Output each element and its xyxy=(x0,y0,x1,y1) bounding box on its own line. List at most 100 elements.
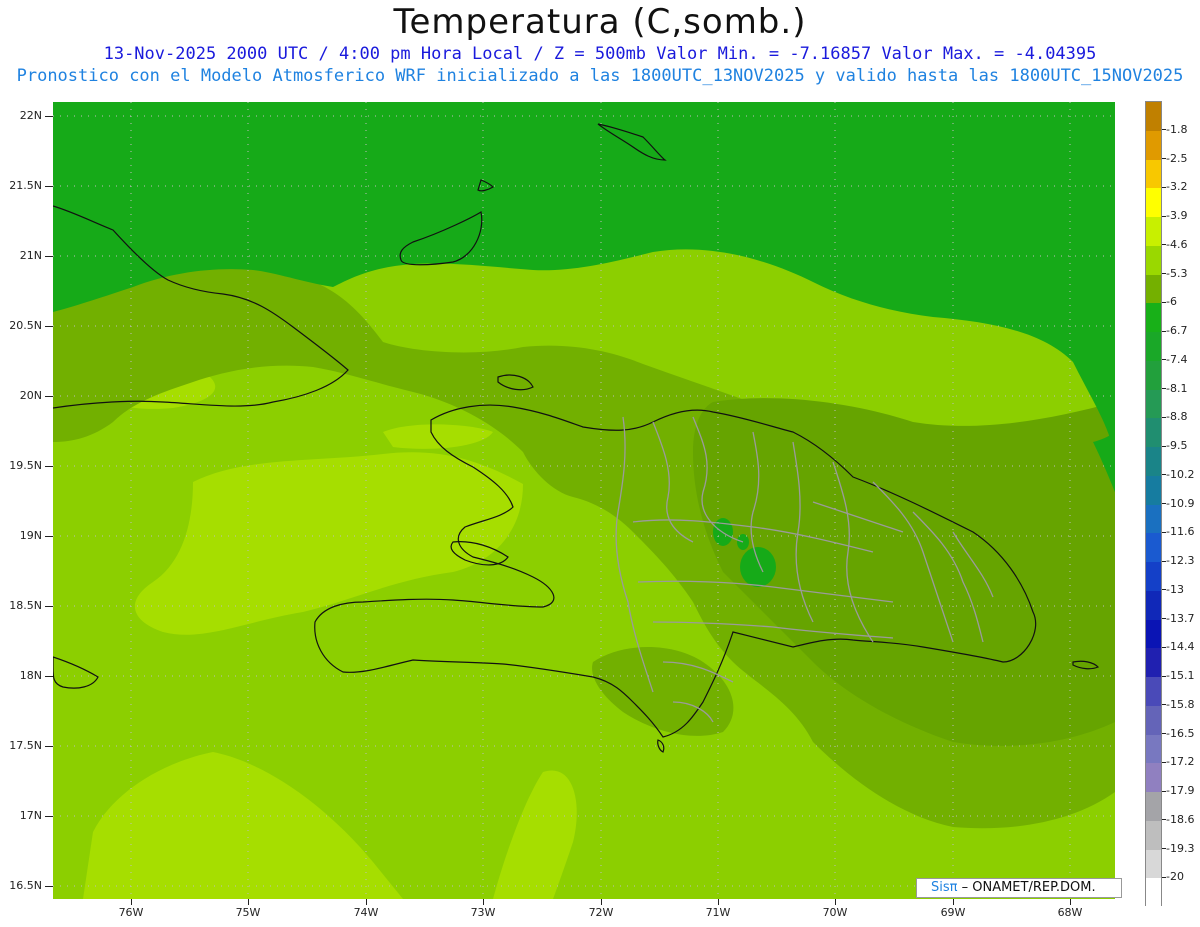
forecast-time-line: 13-Nov-2025 2000 UTC / 4:00 pm Hora Loca… xyxy=(103,44,1097,64)
legend-swatch xyxy=(1146,849,1161,879)
x-label: 72W xyxy=(588,906,614,919)
legend-label: -9.5 xyxy=(1166,439,1188,452)
legend-label: -20 xyxy=(1166,870,1184,884)
legend-swatch xyxy=(1146,389,1161,419)
legend-label: -17.2 xyxy=(1166,755,1195,769)
legend-label: -15.8 xyxy=(1166,697,1195,711)
legend-label: -14.4 xyxy=(1166,640,1195,654)
legend-swatch xyxy=(1146,475,1161,505)
legend-label: -13 xyxy=(1166,582,1184,596)
y-label: 19N xyxy=(19,529,42,542)
legend-swatch xyxy=(1146,562,1161,591)
y-tick xyxy=(45,326,53,327)
x-tick xyxy=(248,899,249,905)
y-tick xyxy=(45,676,53,677)
legend-swatch xyxy=(1146,418,1161,447)
x-tick xyxy=(718,899,719,905)
y-tick xyxy=(45,256,53,257)
y-label: 20.5N xyxy=(9,319,42,332)
map-title: Temperatura (C,somb.) xyxy=(393,2,807,42)
x-label: 74W xyxy=(353,906,379,919)
legend-swatch xyxy=(1146,820,1161,850)
legend-label: -6 xyxy=(1166,295,1177,309)
legend-swatch xyxy=(1146,590,1161,620)
legend-swatch xyxy=(1146,705,1161,735)
legend-label: -3.2 xyxy=(1166,180,1188,194)
legend-label: -3.9 xyxy=(1166,209,1188,222)
legend-swatch xyxy=(1146,159,1161,189)
y-tick xyxy=(45,816,53,817)
x-tick xyxy=(953,899,954,905)
x-tick xyxy=(131,899,132,905)
legend-swatch xyxy=(1146,677,1161,706)
y-tick xyxy=(45,396,53,397)
legend-label: -12.3 xyxy=(1166,554,1195,567)
x-tick xyxy=(366,899,367,905)
y-tick xyxy=(45,186,53,187)
y-label: 18N xyxy=(19,669,42,682)
y-tick xyxy=(45,466,53,467)
sispi-logo: Sisπ xyxy=(931,880,958,895)
legend-swatch xyxy=(1146,734,1161,764)
legend-label: -16.5 xyxy=(1166,726,1195,740)
y-label: 22N xyxy=(19,109,42,122)
legend-swatch xyxy=(1146,188,1161,217)
model-info-line: Pronostico con el Modelo Atmosferico WRF… xyxy=(16,66,1184,86)
legend-label: -17.9 xyxy=(1166,784,1195,797)
x-tick xyxy=(1070,899,1071,905)
legend-label: -10.2 xyxy=(1166,467,1195,481)
x-label: 68W xyxy=(1057,906,1083,919)
y-label: 20N xyxy=(19,389,42,402)
legend-label: -8.1 xyxy=(1166,381,1188,395)
y-label: 17.5N xyxy=(9,739,42,752)
legend-swatch xyxy=(1146,245,1161,275)
legend-swatch xyxy=(1146,763,1161,792)
legend-label: -8.8 xyxy=(1166,410,1188,424)
legend-label: -13.7 xyxy=(1166,611,1195,625)
legend-label: -19.3 xyxy=(1166,841,1195,855)
x-label: 70W xyxy=(822,906,848,919)
legend-swatch xyxy=(1146,274,1161,304)
y-label: 19.5N xyxy=(9,459,42,472)
x-label: 71W xyxy=(705,906,731,919)
legend-label: -10.9 xyxy=(1166,496,1195,510)
x-tick xyxy=(835,899,836,905)
y-label: 21N xyxy=(19,249,42,262)
legend-swatch xyxy=(1146,130,1161,160)
x-label: 69W xyxy=(940,906,966,919)
x-tick xyxy=(483,899,484,905)
y-label: 18.5N xyxy=(9,599,42,612)
legend-label: -7.4 xyxy=(1166,352,1188,366)
legend-swatch xyxy=(1146,878,1161,907)
x-tick xyxy=(601,899,602,905)
credit-text: – ONAMET/REP.DOM. xyxy=(961,880,1096,895)
legend-label: -18.6 xyxy=(1166,812,1195,826)
color-scale-bar xyxy=(1145,101,1162,907)
legend-swatch xyxy=(1146,217,1161,246)
x-label: 73W xyxy=(470,906,496,919)
legend-label: -6.7 xyxy=(1166,324,1188,337)
legend-swatch xyxy=(1146,504,1161,534)
legend-swatch xyxy=(1146,619,1161,649)
legend-label: -1.8 xyxy=(1166,122,1188,136)
y-tick xyxy=(45,746,53,747)
legend-swatch xyxy=(1146,332,1161,361)
y-tick xyxy=(45,536,53,537)
legend-swatch xyxy=(1146,533,1161,562)
y-label: 17N xyxy=(19,809,42,822)
legend-label: -2.5 xyxy=(1166,151,1188,165)
legend-label: -11.6 xyxy=(1166,525,1195,539)
legend-swatch xyxy=(1146,303,1161,332)
legend-swatch xyxy=(1146,447,1161,476)
x-label: 76W xyxy=(118,906,144,919)
temperature-map xyxy=(53,102,1115,899)
credit-box: Sisπ – ONAMET/REP.DOM. xyxy=(916,878,1122,898)
legend-label: -5.3 xyxy=(1166,266,1188,280)
y-tick xyxy=(45,886,53,887)
y-label: 21.5N xyxy=(9,179,42,192)
legend-swatch xyxy=(1146,648,1161,677)
legend-swatch xyxy=(1146,102,1161,131)
y-tick xyxy=(45,606,53,607)
x-label: 75W xyxy=(235,906,261,919)
legend-swatch xyxy=(1146,792,1161,821)
